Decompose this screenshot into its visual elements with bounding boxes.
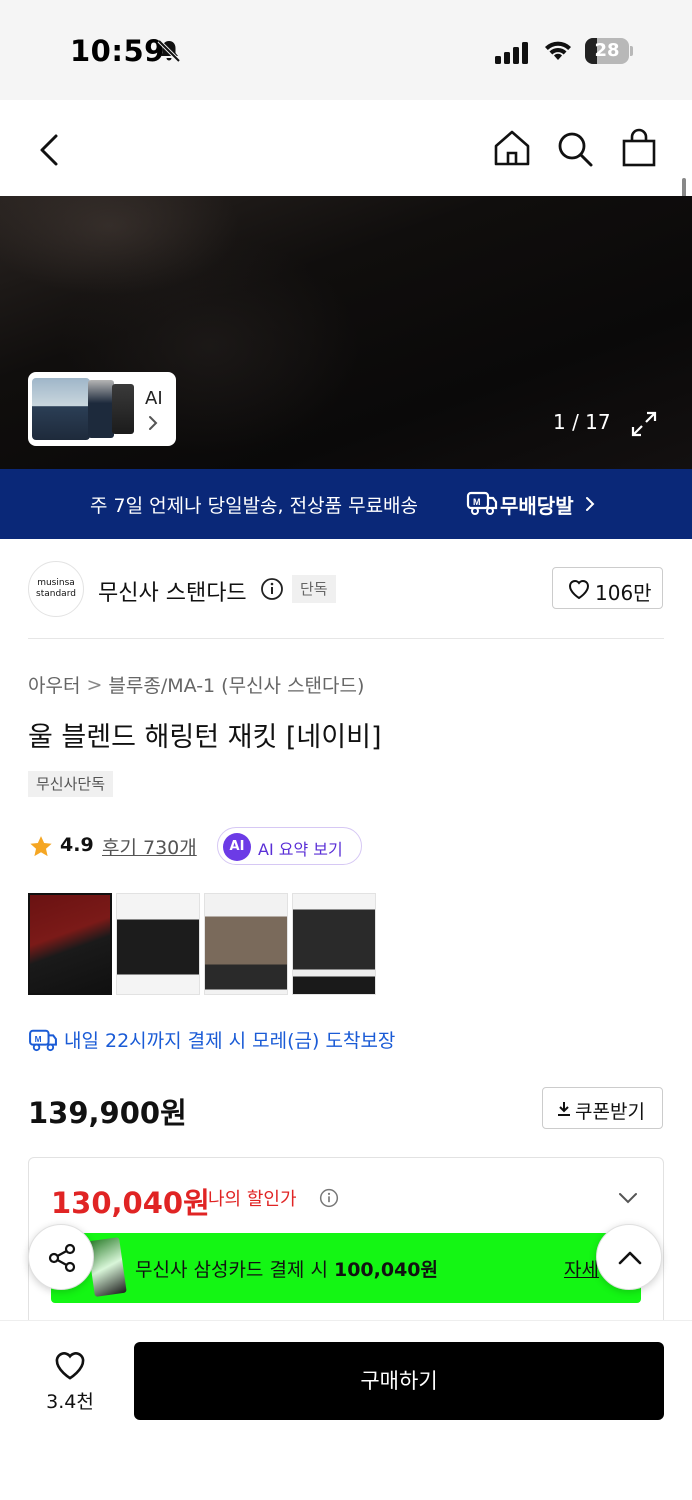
breadcrumb-separator: >	[86, 673, 103, 696]
delivery-text: 내일 22시까지 결제 시 모레(금) 도착보장	[64, 1030, 396, 1052]
svg-text:M: M	[35, 1034, 42, 1044]
exclusive-tag: 무신사단독	[28, 771, 114, 797]
exclusive-badge: 단독	[292, 575, 336, 603]
brand-like-button[interactable]: 106만	[552, 567, 663, 609]
brand-logo-line1: musinsa	[37, 578, 75, 588]
svg-text:M: M	[473, 497, 481, 507]
image-counter: 1 / 17	[553, 410, 611, 434]
bell-muted-icon	[156, 38, 182, 68]
info-icon[interactable]	[260, 577, 284, 605]
buy-button[interactable]: 구매하기	[134, 1342, 664, 1420]
product-thumbnails	[28, 893, 388, 995]
brand-like-count: 106만	[595, 581, 652, 605]
delivery-truck-icon: M	[28, 1028, 58, 1056]
wishlist-button[interactable]: 3.4천	[30, 1343, 110, 1423]
rating-score: 4.9	[60, 834, 94, 856]
original-price: 139,900원	[28, 1096, 187, 1130]
info-icon[interactable]	[319, 1188, 339, 1212]
ai-summary-label: AI 요약 보기	[258, 840, 343, 859]
product-image-carousel[interactable]: AI 1 / 17	[0, 196, 692, 469]
ai-styling-card[interactable]: AI	[28, 372, 176, 446]
download-icon	[557, 1101, 571, 1121]
ai-card-label: AI	[145, 388, 163, 409]
thumbnail-image[interactable]	[28, 893, 112, 995]
banner-brand: 무배당발	[500, 494, 574, 518]
rating-row: 4.9 후기 730개 AI AI 요약 보기	[28, 826, 428, 866]
chevron-right-icon	[147, 414, 159, 436]
ai-thumbnail-image	[32, 378, 90, 440]
home-icon[interactable]	[492, 128, 532, 172]
card-promo-label: 무신사 삼성카드 결제 시	[135, 1259, 328, 1281]
thumbnail-image[interactable]	[292, 893, 376, 995]
card-promo-text: 무신사 삼성카드 결제 시 100,040원	[135, 1255, 438, 1282]
wishlist-count: 3.4천	[46, 1391, 94, 1413]
heart-icon	[567, 578, 591, 604]
shopping-bag-icon[interactable]	[620, 128, 658, 172]
coupon-button[interactable]: 쿠폰받기	[542, 1087, 663, 1129]
cellular-signal-icon	[495, 42, 531, 68]
search-icon[interactable]	[556, 130, 594, 172]
product-title: 울 블렌드 해링턴 재킷 [네이비]	[28, 722, 382, 753]
share-icon	[48, 1243, 76, 1273]
delivery-guarantee[interactable]: M 내일 22시까지 결제 시 모레(금) 도착보장	[28, 1024, 528, 1054]
chevron-up-icon	[618, 1251, 642, 1265]
share-button[interactable]	[28, 1224, 94, 1290]
divider	[28, 638, 664, 639]
delivery-truck-icon: M	[466, 490, 498, 520]
battery-indicator: 28	[585, 38, 633, 64]
bottom-action-bar: 3.4천 구매하기	[0, 1320, 692, 1500]
review-count-link[interactable]: 후기 730개	[102, 833, 197, 860]
shipping-banner[interactable]: 주 7일 언제나 당일발송, 전상품 무료배송 M 무배당발	[0, 469, 692, 539]
wifi-icon	[543, 38, 573, 66]
breadcrumb-outer[interactable]: 아우터	[28, 675, 80, 697]
scroll-to-top-button[interactable]	[596, 1224, 662, 1290]
top-nav-bar	[0, 100, 692, 196]
brand-logo-line2: standard	[36, 589, 76, 599]
card-promo-price: 100,040원	[333, 1259, 438, 1281]
brand-name[interactable]: 무신사 스탠다드	[98, 575, 247, 607]
brand-row: musinsa standard 무신사 스탠다드 단독 106만	[0, 539, 692, 639]
chevron-right-icon	[584, 495, 596, 517]
star-icon	[28, 834, 54, 864]
card-promo-banner[interactable]: 무신사 삼성카드 결제 시 100,040원 자세	[51, 1233, 641, 1303]
breadcrumb: 아우터 > 블루종/MA-1 (무신사 스탠다드)	[28, 671, 364, 698]
my-discount-label: 나의 할인가	[208, 1189, 297, 1210]
back-button[interactable]	[32, 130, 68, 170]
ai-summary-button[interactable]: AI AI 요약 보기	[217, 827, 362, 865]
brand-logo[interactable]: musinsa standard	[28, 561, 84, 617]
thumbnail-image[interactable]	[204, 893, 288, 995]
banner-text: 주 7일 언제나 당일발송, 전상품 무료배송	[90, 495, 419, 517]
ai-badge-icon: AI	[223, 833, 251, 861]
status-time: 10:59	[70, 34, 165, 68]
ai-thumbnail-image	[112, 384, 134, 434]
card-promo-detail-link[interactable]: 자세	[564, 1255, 599, 1282]
expand-icon[interactable]	[630, 410, 658, 442]
coupon-label: 쿠폰받기	[575, 1101, 645, 1123]
ai-thumbnail-image	[88, 380, 114, 438]
heart-icon	[52, 1349, 88, 1385]
breadcrumb-blouson[interactable]: 블루종/MA-1 (무신사 스탠다드)	[108, 675, 364, 697]
my-discount-price: 130,040원	[51, 1186, 210, 1220]
status-bar: 10:59 28	[0, 0, 692, 100]
thumbnail-image[interactable]	[116, 893, 200, 995]
chevron-down-icon[interactable]	[617, 1190, 639, 1209]
credit-card-image	[87, 1237, 127, 1297]
battery-percent: 28	[594, 40, 620, 61]
